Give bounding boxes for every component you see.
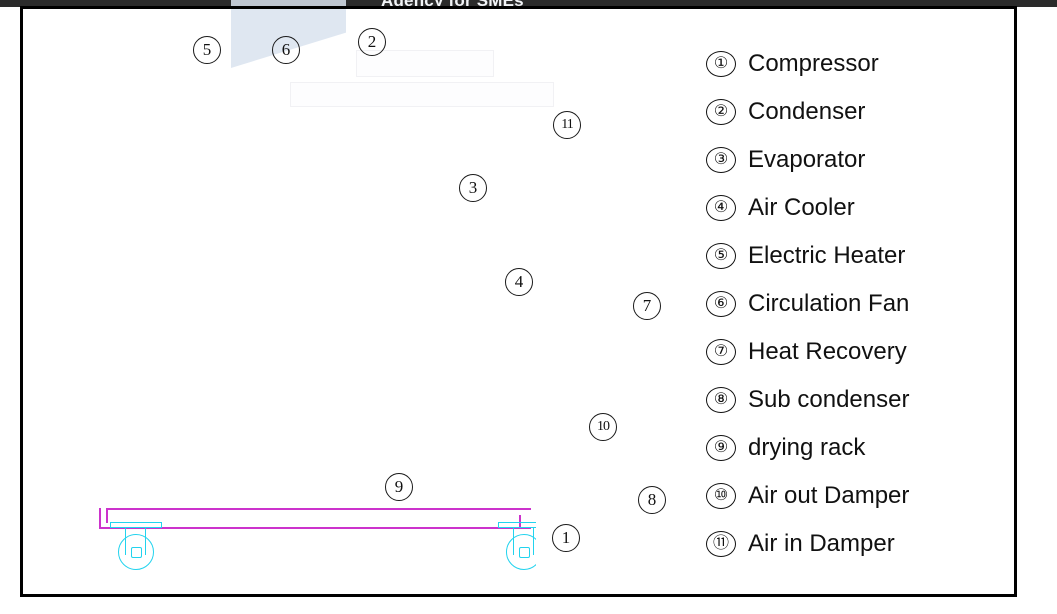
caster-wheel-right	[496, 521, 536, 571]
caster-mount-plate	[498, 522, 536, 528]
legend-item-label: Air in Damper	[748, 530, 895, 557]
legend-item-number: ⑧	[706, 387, 736, 413]
callout-condenser: 2	[358, 28, 386, 56]
legend-item-label: drying rack	[748, 434, 866, 461]
caster-hub	[131, 547, 142, 558]
legend-item: ⑪ Air in Damper	[706, 520, 1006, 568]
legend-item-number: ⑨	[706, 435, 736, 461]
legend-item: ⑦ Heat Recovery	[706, 328, 1006, 376]
legend-item-number: ③	[706, 147, 736, 173]
legend-item: ④ Air Cooler	[706, 184, 1006, 232]
rack-top-rail	[106, 508, 531, 510]
callout-air-in-damper: 11	[553, 111, 581, 139]
legend-item-label: Heat Recovery	[748, 338, 907, 365]
legend-item-label: Air out Damper	[748, 482, 910, 509]
legend-item-label: Sub condenser	[748, 386, 910, 413]
legend-item: ⑧ Sub condenser	[706, 376, 1006, 424]
legend-item-number: ⑥	[706, 291, 736, 317]
caster-wheel-left	[108, 521, 164, 571]
rack-left-post	[99, 508, 101, 529]
callout-drying-rack: 9	[385, 473, 413, 501]
legend-item: ⑥ Circulation Fan	[706, 280, 1006, 328]
callout-compressor: 1	[552, 524, 580, 552]
drying-rack-drawing	[95, 503, 536, 573]
legend-item-label: Air Cooler	[748, 194, 855, 221]
diagram-page: { "page": { "watermark_title": "Agency f…	[0, 0, 1057, 614]
legend-item-number: ⑦	[706, 339, 736, 365]
legend-item: ③ Evaporator	[706, 136, 1006, 184]
legend-item-label: Electric Heater	[748, 242, 906, 269]
legend-item: ② Condenser	[706, 88, 1006, 136]
legend-item-number: ①	[706, 51, 736, 77]
legend-list: ① Compressor ② Condenser ③ Evaporator ④ Air Coo…	[706, 40, 1006, 568]
callout-electric-heater: 5	[193, 36, 221, 64]
legend-item-number: ②	[706, 99, 736, 125]
legend-item-number: ⑤	[706, 243, 736, 269]
legend-item: ⑨ drying rack	[706, 424, 1006, 472]
legend-item: ⑤ Electric Heater	[706, 232, 1006, 280]
legend-item-label: Compressor	[748, 50, 879, 77]
legend-item-number: ⑩	[706, 483, 736, 509]
caster-mount-plate	[110, 522, 162, 528]
callout-sub-condenser: 8	[638, 486, 666, 514]
legend-item: ⑩ Air out Damper	[706, 472, 1006, 520]
callout-heat-recovery: 7	[633, 292, 661, 320]
legend-item: ① Compressor	[706, 40, 1006, 88]
legend-item-label: Evaporator	[748, 146, 866, 173]
legend-item-label: Condenser	[748, 98, 866, 125]
callout-air-cooler: 4	[505, 268, 533, 296]
legend-item-label: Circulation Fan	[748, 290, 910, 317]
callout-air-out-damper: 10	[589, 413, 617, 441]
callout-evaporator: 3	[459, 174, 487, 202]
legend-item-number: ⑪	[706, 531, 736, 557]
callout-circulation-fan: 6	[272, 36, 300, 64]
caster-hub	[519, 547, 530, 558]
legend-item-number: ④	[706, 195, 736, 221]
